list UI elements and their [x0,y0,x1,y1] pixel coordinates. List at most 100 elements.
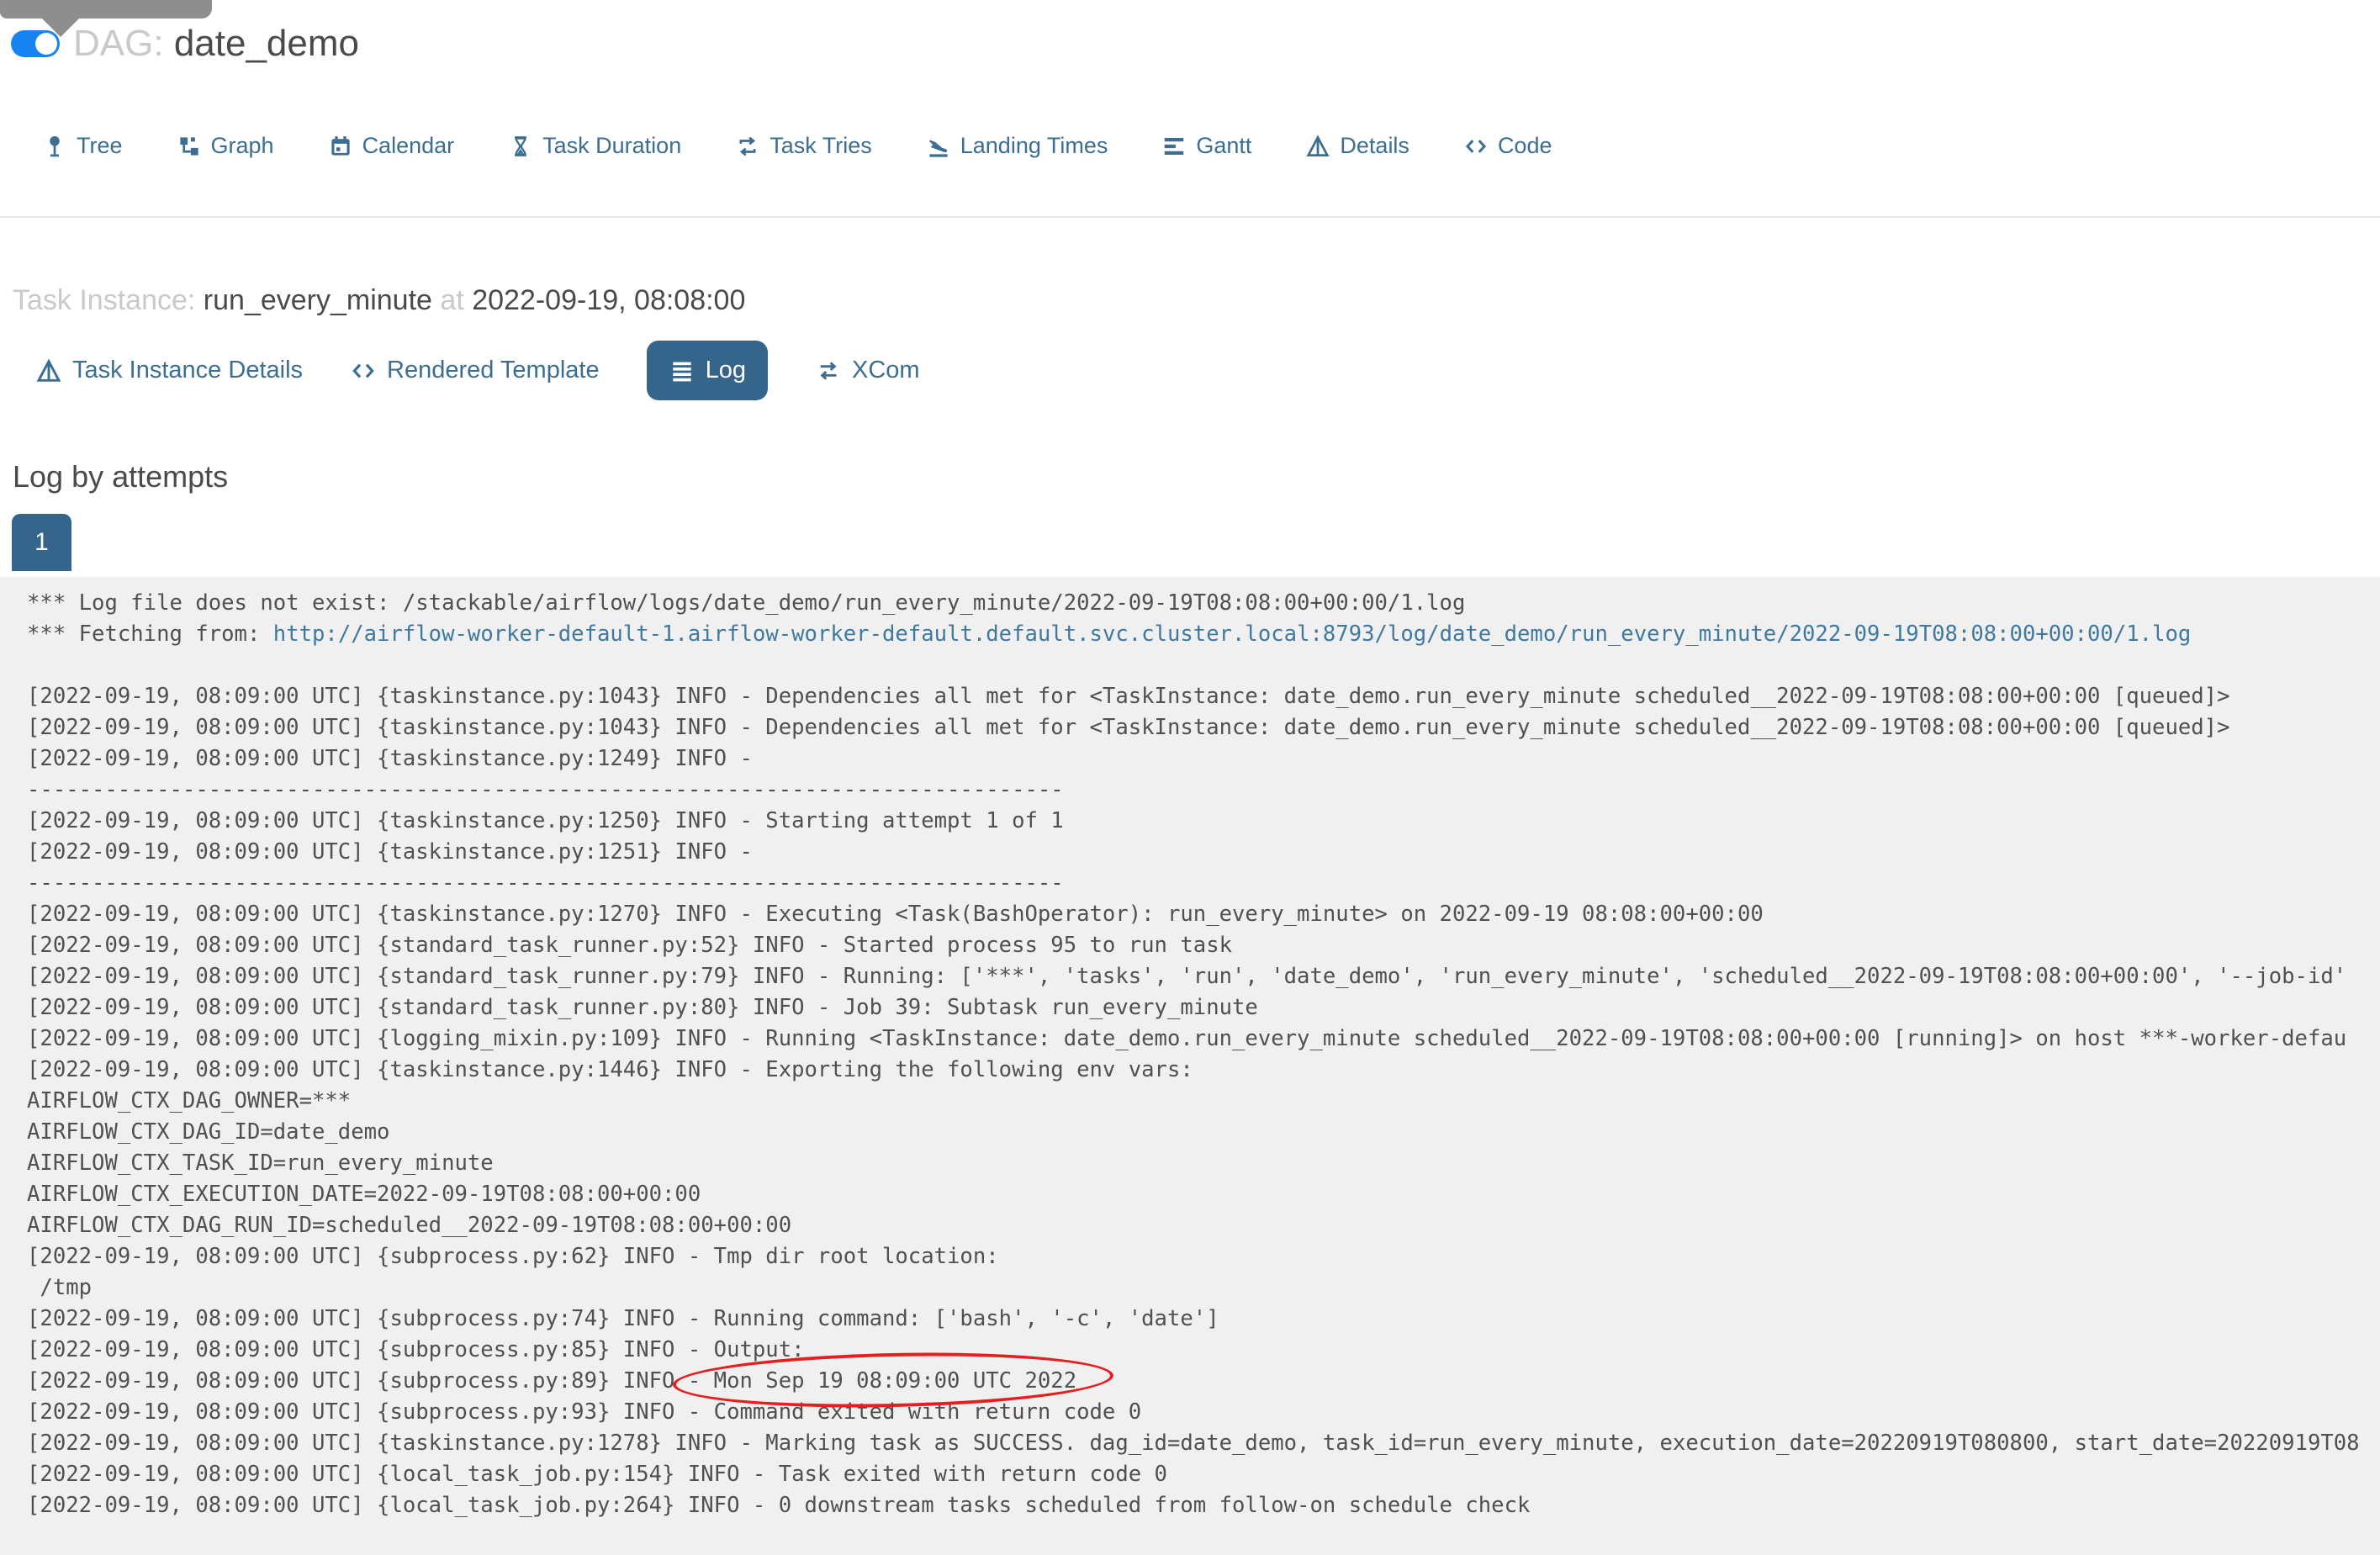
repeat-icon [739,136,756,156]
log-line: [2022-09-19, 08:09:00 UTC] {standard_tas… [27,961,2380,992]
task-instance-label: Task Instance: [13,284,196,316]
dag-label: DAG: [73,23,164,64]
log-line: [2022-09-19, 08:09:00 UTC] {standard_tas… [27,992,2380,1023]
tab-label: Log [705,357,746,383]
tab-task-duration[interactable]: Task Duration [508,133,681,159]
log-line: [2022-09-19, 08:09:00 UTC] {taskinstance… [27,1055,2380,1086]
tab-label: XCom [851,357,920,383]
header-divider [0,216,2380,218]
tab-xcom[interactable]: XCom [815,357,920,384]
tab-label: Details [1340,133,1409,158]
tab-label: Task Duration [542,133,682,158]
log-text: AIRFLOW_CTX_DAG_RUN_ID=scheduled__2022-0… [27,1213,792,1238]
tab-label: Task Instance Details [72,357,304,383]
log-line: [2022-09-19, 08:09:00 UTC] {subprocess.p… [27,1335,2380,1366]
log-text: [2022-09-19, 08:09:00 UTC] {subprocess.p… [27,1399,1142,1425]
log-line: [2022-09-19, 08:09:00 UTC] {taskinstance… [27,743,2380,775]
dag-view-tabs: Tree Graph Calendar Task Duration Task T… [42,133,1552,159]
log-text: AIRFLOW_CTX_EXECUTION_DATE=2022-09-19T08… [27,1182,701,1207]
log-line: *** Log file does not exist: /stackable/… [27,588,2380,619]
tab-gantt[interactable]: Gantt [1161,133,1251,159]
toggle-knob [35,33,57,55]
tab-label: Graph [210,133,274,158]
tab-label: Task Tries [770,133,872,158]
log-text: [2022-09-19, 08:09:00 UTC] {standard_tas… [27,995,1258,1020]
log-text: [2022-09-19, 08:09:00 UTC] {subprocess.p… [27,1244,1013,1269]
log-line: AIRFLOW_CTX_EXECUTION_DATE=2022-09-19T08… [27,1179,2380,1210]
toggle-tooltip-remnant [0,0,212,37]
log-line: [2022-09-19, 08:09:00 UTC] {local_task_j… [27,1459,2380,1490]
log-line: /tmp [27,1272,2380,1304]
log-line: ----------------------------------------… [27,775,2380,806]
details-triangle-icon [36,358,61,382]
airflow-task-log-page: DAG: date_demo Tree Graph Calendar Task … [0,0,2380,1555]
log-line: [2022-09-19, 08:09:00 UTC] {subprocess.p… [27,1397,2380,1428]
tab-code[interactable]: Code [1463,133,1552,159]
log-text: [2022-09-19, 08:09:00 UTC] {taskinstance… [27,1431,2360,1456]
log-line: [2022-09-19, 08:09:00 UTC] {subprocess.p… [27,1304,2380,1335]
tab-label: Code [1497,133,1552,158]
tab-calendar[interactable]: Calendar [328,133,455,159]
hourglass-icon [515,135,527,156]
task-instance-name: run_every_minute [203,284,432,316]
tab-landing-times[interactable]: Landing Times [926,133,1108,159]
tab-label: Rendered Template [387,357,600,383]
log-line: AIRFLOW_CTX_TASK_ID=run_every_minute [27,1148,2380,1179]
task-instance-datetime: 2022-09-19, 08:08:00 [472,284,746,316]
log-fetch-link[interactable]: http://airflow-worker-default-1.airflow-… [273,621,2192,647]
log-text: [2022-09-19, 08:09:00 UTC] {local_task_j… [27,1462,1167,1487]
details-triangle-icon [1306,134,1330,156]
page-title: DAG: date_demo [73,25,359,62]
log-line: [2022-09-19, 08:09:00 UTC] {subprocess.p… [27,1241,2380,1272]
gantt-bars-icon [1165,137,1184,155]
log-line: [2022-09-19, 08:09:00 UTC] {taskinstance… [27,681,2380,712]
log-line: [2022-09-19, 08:09:00 UTC] {taskinstance… [27,837,2380,868]
log-line: [2022-09-19, 08:09:00 UTC] {taskinstance… [27,899,2380,930]
log-text: [2022-09-19, 08:09:00 UTC] {taskinstance… [27,746,766,771]
plane-landing-icon [929,140,948,157]
log-text: *** Log file does not exist: /stackable/… [27,590,1466,616]
log-text: [2022-09-19, 08:09:00 UTC] {subprocess.p… [27,1306,1219,1331]
log-text: [2022-09-19, 08:09:00 UTC] {taskinstance… [27,808,1064,833]
tab-tree[interactable]: Tree [42,133,123,159]
log-line: [2022-09-19, 08:09:00 UTC] {taskinstance… [27,806,2380,837]
graph-icon [179,136,198,156]
log-text: /tmp [27,1275,93,1300]
tab-label: Landing Times [960,133,1108,158]
dag-pause-toggle[interactable] [11,30,60,57]
log-line: [2022-09-19, 08:09:00 UTC] {logging_mixi… [27,1023,2380,1055]
log-text: [2022-09-19, 08:09:00 UTC] {taskinstance… [27,839,766,865]
calendar-icon [331,135,350,156]
log-text: ----------------------------------------… [27,870,1064,896]
log-text: AIRFLOW_CTX_DAG_OWNER=*** [27,1088,352,1113]
log-lines: *** Log file does not exist: /stackable/… [27,588,2380,1521]
tab-task-instance-details[interactable]: Task Instance Details [35,357,303,384]
task-instance-at: at [440,284,464,316]
tab-graph[interactable]: Graph [177,133,274,159]
attempt-1-button[interactable]: 1 [12,514,71,571]
tab-label: Calendar [362,133,455,158]
task-instance-heading: Task Instance: run_every_minute at 2022-… [13,284,745,317]
log-output-area[interactable]: *** Log file does not exist: /stackable/… [0,577,2380,1555]
tab-task-tries[interactable]: Task Tries [735,133,872,159]
log-text: ----------------------------------------… [27,777,1064,802]
tree-icon [50,135,60,156]
tab-log[interactable]: Log [646,341,768,400]
tab-details[interactable]: Details [1305,133,1409,159]
log-line: ----------------------------------------… [27,868,2380,899]
log-text: AIRFLOW_CTX_DAG_ID=date_demo [27,1119,390,1145]
log-text: [2022-09-19, 08:09:00 UTC] {subprocess.p… [27,1337,805,1362]
log-text: [2022-09-19, 08:09:00 UTC] {taskinstance… [27,684,2230,709]
log-text: [2022-09-19, 08:09:00 UTC] {standard_tas… [27,964,2347,989]
log-text: [2022-09-19, 08:09:00 UTC] {taskinstance… [27,902,1764,927]
code-icon [1465,139,1486,153]
swap-arrows-icon [820,361,837,380]
log-text: [2022-09-19, 08:09:00 UTC] {logging_mixi… [27,1026,2347,1051]
log-line: [2022-09-19, 08:09:00 UTC] {subprocess.p… [27,1366,2380,1397]
red-circle-annotation: - Mon Sep 19 08:09:00 UTC 2022 [687,1368,1077,1394]
tab-rendered-template[interactable]: Rendered Template [350,357,600,384]
log-text: *** Fetching from: [27,621,273,647]
log-list-icon [672,362,691,381]
log-line: [2022-09-19, 08:09:00 UTC] {taskinstance… [27,712,2380,743]
